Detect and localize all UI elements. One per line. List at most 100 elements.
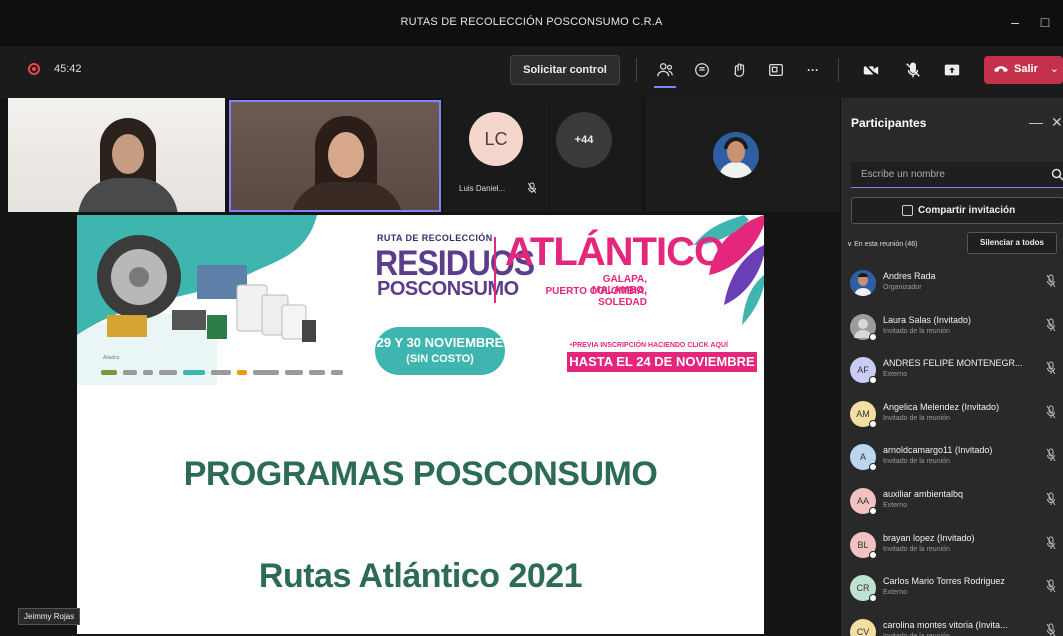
- search-input[interactable]: [851, 162, 1031, 186]
- meeting-stage: LC Luis Daniel... +44 RUTA DE RECOLECCIÓ…: [0, 98, 840, 636]
- presenter-name-tag: Jeimmy Rojas: [18, 608, 81, 625]
- presence-dot: [869, 506, 877, 515]
- presence-dot: [869, 419, 877, 428]
- overflow-count[interactable]: +44: [556, 112, 612, 168]
- minimize-panel-icon[interactable]: —: [1029, 114, 1043, 130]
- share-invite-label: Compartir invitación: [918, 205, 1016, 216]
- mic-muted-icon[interactable]: [1046, 361, 1056, 375]
- participant-role: Externo: [883, 501, 908, 509]
- sponsor-logos: [101, 367, 361, 377]
- avatar-initials: AM: [856, 408, 870, 419]
- video-tile-active-speaker[interactable]: [229, 100, 441, 212]
- participant-item[interactable]: Andres Rada Organizador: [841, 264, 1063, 308]
- mic-muted-icon[interactable]: [1046, 405, 1056, 419]
- in-meeting-section-toggle[interactable]: ∨ En esta reunión (46): [847, 240, 918, 248]
- meeting-toolbar: 45:42 Solicitar control ··· Salir ⌄: [0, 46, 1063, 98]
- participant-role: Invitado de la reunión: [883, 545, 950, 553]
- mic-off-icon[interactable]: [902, 59, 924, 81]
- more-actions-button[interactable]: ···: [802, 59, 824, 81]
- close-icon[interactable]: ✕: [1051, 114, 1063, 131]
- banner-places: PUERTO COLOMBIA, SOLEDAD: [545, 286, 647, 308]
- shared-presentation: RUTA DE RECOLECCIÓN RESIDUOS POSCONSUMO …: [77, 215, 764, 634]
- toolbar-divider: [636, 58, 637, 82]
- participant-item[interactable]: AA auxiliar ambientalbq Externo: [841, 482, 1063, 526]
- participant-item[interactable]: AF ANDRES FELIPE MONTENEGR... Externo: [841, 351, 1063, 395]
- rooms-icon[interactable]: [765, 59, 787, 81]
- maximize-button[interactable]: □: [1034, 12, 1056, 32]
- presence-dot: [869, 463, 877, 472]
- participant-name: Carlos Mario Torres Rodriguez: [883, 576, 1005, 587]
- participant-item[interactable]: CR Carlos Mario Torres Rodriguez Externo: [841, 569, 1063, 613]
- request-control-button[interactable]: Solicitar control: [510, 55, 620, 85]
- mic-muted-icon[interactable]: [1046, 579, 1056, 593]
- avatar: AA: [850, 487, 877, 515]
- dates-badge-note: (SIN COSTO): [406, 353, 474, 365]
- window-title: RUTAS DE RECOLECCIÓN POSCONSUMO C.R.A: [400, 16, 663, 28]
- search-icon[interactable]: [1051, 168, 1063, 181]
- participant-face: [328, 132, 364, 178]
- mic-muted-icon[interactable]: [1046, 536, 1056, 550]
- avatar-initials: CV: [856, 626, 870, 636]
- mic-muted-icon[interactable]: [1046, 274, 1056, 288]
- participant-role: Organizador: [883, 284, 922, 291]
- participant-name: Andres Rada: [883, 271, 936, 281]
- participants-panel: Participantes — ✕ Compartir invitación ∨…: [840, 98, 1063, 636]
- participant-tile-photo[interactable]: [645, 98, 840, 212]
- participant-tile-lc[interactable]: LC Luis Daniel...: [443, 98, 549, 212]
- camera-off-icon[interactable]: [860, 59, 882, 81]
- chevron-down-icon[interactable]: ⌄: [1050, 62, 1059, 75]
- toolbar-divider: [838, 58, 839, 82]
- participant-role: Invitado de la reunión: [883, 458, 950, 466]
- dates-badge: 29 Y 30 NOVIEMBRE (SIN COSTO): [375, 327, 505, 375]
- mic-muted-icon[interactable]: [1046, 492, 1056, 506]
- participant-name: auxiliar ambientalbq: [883, 488, 964, 499]
- avatar: [850, 313, 877, 341]
- avatar: AM: [850, 400, 877, 428]
- mic-muted-icon[interactable]: [1046, 623, 1056, 636]
- participant-name: Laura Salas (Invitado): [883, 314, 972, 325]
- avatar: BL: [850, 531, 877, 559]
- reactions-icon[interactable]: [728, 59, 750, 81]
- mic-muted-icon[interactable]: [1046, 448, 1056, 462]
- overflow-participants-tile[interactable]: +44: [550, 98, 642, 212]
- participant-face: [112, 134, 144, 174]
- avatar: CV: [850, 618, 876, 636]
- presence-dot: [869, 594, 877, 603]
- event-banner: RUTA DE RECOLECCIÓN RESIDUOS POSCONSUMO …: [77, 215, 764, 387]
- panel-title: Participantes: [851, 116, 927, 130]
- avatar: AF: [850, 357, 877, 385]
- share-screen-icon[interactable]: [941, 59, 963, 81]
- minimize-button[interactable]: –: [1004, 12, 1026, 32]
- share-invite-icon: [902, 205, 913, 216]
- chat-icon[interactable]: [691, 59, 713, 81]
- leave-button-label: Salir: [1014, 63, 1038, 75]
- avatar-initials: CR: [856, 583, 870, 594]
- mute-all-button[interactable]: Silenciar a todos: [967, 232, 1057, 254]
- participant-body: [291, 182, 403, 210]
- sponsors-label: Aliados: [103, 355, 120, 361]
- participant-item[interactable]: BL brayan lopez (Invitado) Invitado de la …: [841, 526, 1063, 570]
- participant-name: ANDRES FELIPE MONTENEGR...: [883, 358, 1023, 369]
- presence-dot: [869, 332, 877, 341]
- leave-button[interactable]: Salir ⌄: [984, 56, 1063, 84]
- mic-muted-icon: [527, 182, 537, 194]
- banner-posconsumo: POSCONSUMO: [377, 278, 519, 300]
- banner-region: ATLÁNTICO: [505, 230, 725, 274]
- avatar-initials: AF: [857, 365, 869, 376]
- mic-muted-icon[interactable]: [1046, 318, 1056, 332]
- presence-dot: [869, 376, 877, 385]
- participant-item[interactable]: AM Angelica Melendez (Invitado) Invitado d…: [841, 395, 1063, 439]
- participant-name: Angelica Melendez (Invitado): [883, 401, 1000, 412]
- participant-item[interactable]: Laura Salas (Invitado) Invitado de la reu…: [841, 308, 1063, 352]
- participants-icon[interactable]: [654, 59, 676, 81]
- participant-item[interactable]: CVcarolina montes vitoria (Invita...Invi…: [841, 613, 1063, 636]
- avatar: [850, 270, 876, 296]
- avatar-initials: BL: [857, 539, 869, 550]
- avatar: [713, 132, 759, 178]
- participant-role: Externo: [883, 371, 908, 379]
- banner-artwork: [77, 215, 317, 385]
- dates-badge-line: 29 Y 30 NOVIEMBRE: [376, 335, 504, 350]
- video-tile[interactable]: [8, 98, 225, 212]
- share-invite-button[interactable]: Compartir invitación: [851, 197, 1063, 224]
- participant-item[interactable]: Aarnoldcamargo11 (Invitado) Invitado de l…: [841, 438, 1063, 482]
